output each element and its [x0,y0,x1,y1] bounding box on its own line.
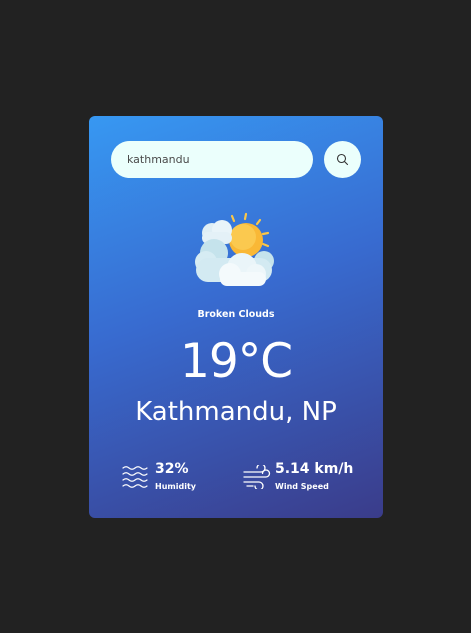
weather-card: Broken Clouds 19°C Kathmandu, NP 32% Hum… [89,116,383,518]
humidity-value: 32% [155,461,189,477]
humidity-waves-icon [122,466,148,488]
sun-behind-clouds-icon [195,212,274,286]
search-bar [111,141,361,178]
wind-icon [243,465,271,489]
location-name: Kathmandu, NP [135,397,337,427]
search-input[interactable] [111,141,313,178]
wind-speed-label: Wind Speed [275,482,329,491]
temperature: 19°C [179,334,293,389]
weather-condition: Broken Clouds [197,309,275,320]
wind-speed-value: 5.14 km/h [275,461,354,477]
humidity-label: Humidity [155,482,196,491]
search-button[interactable] [324,141,361,178]
search-icon [336,153,349,166]
